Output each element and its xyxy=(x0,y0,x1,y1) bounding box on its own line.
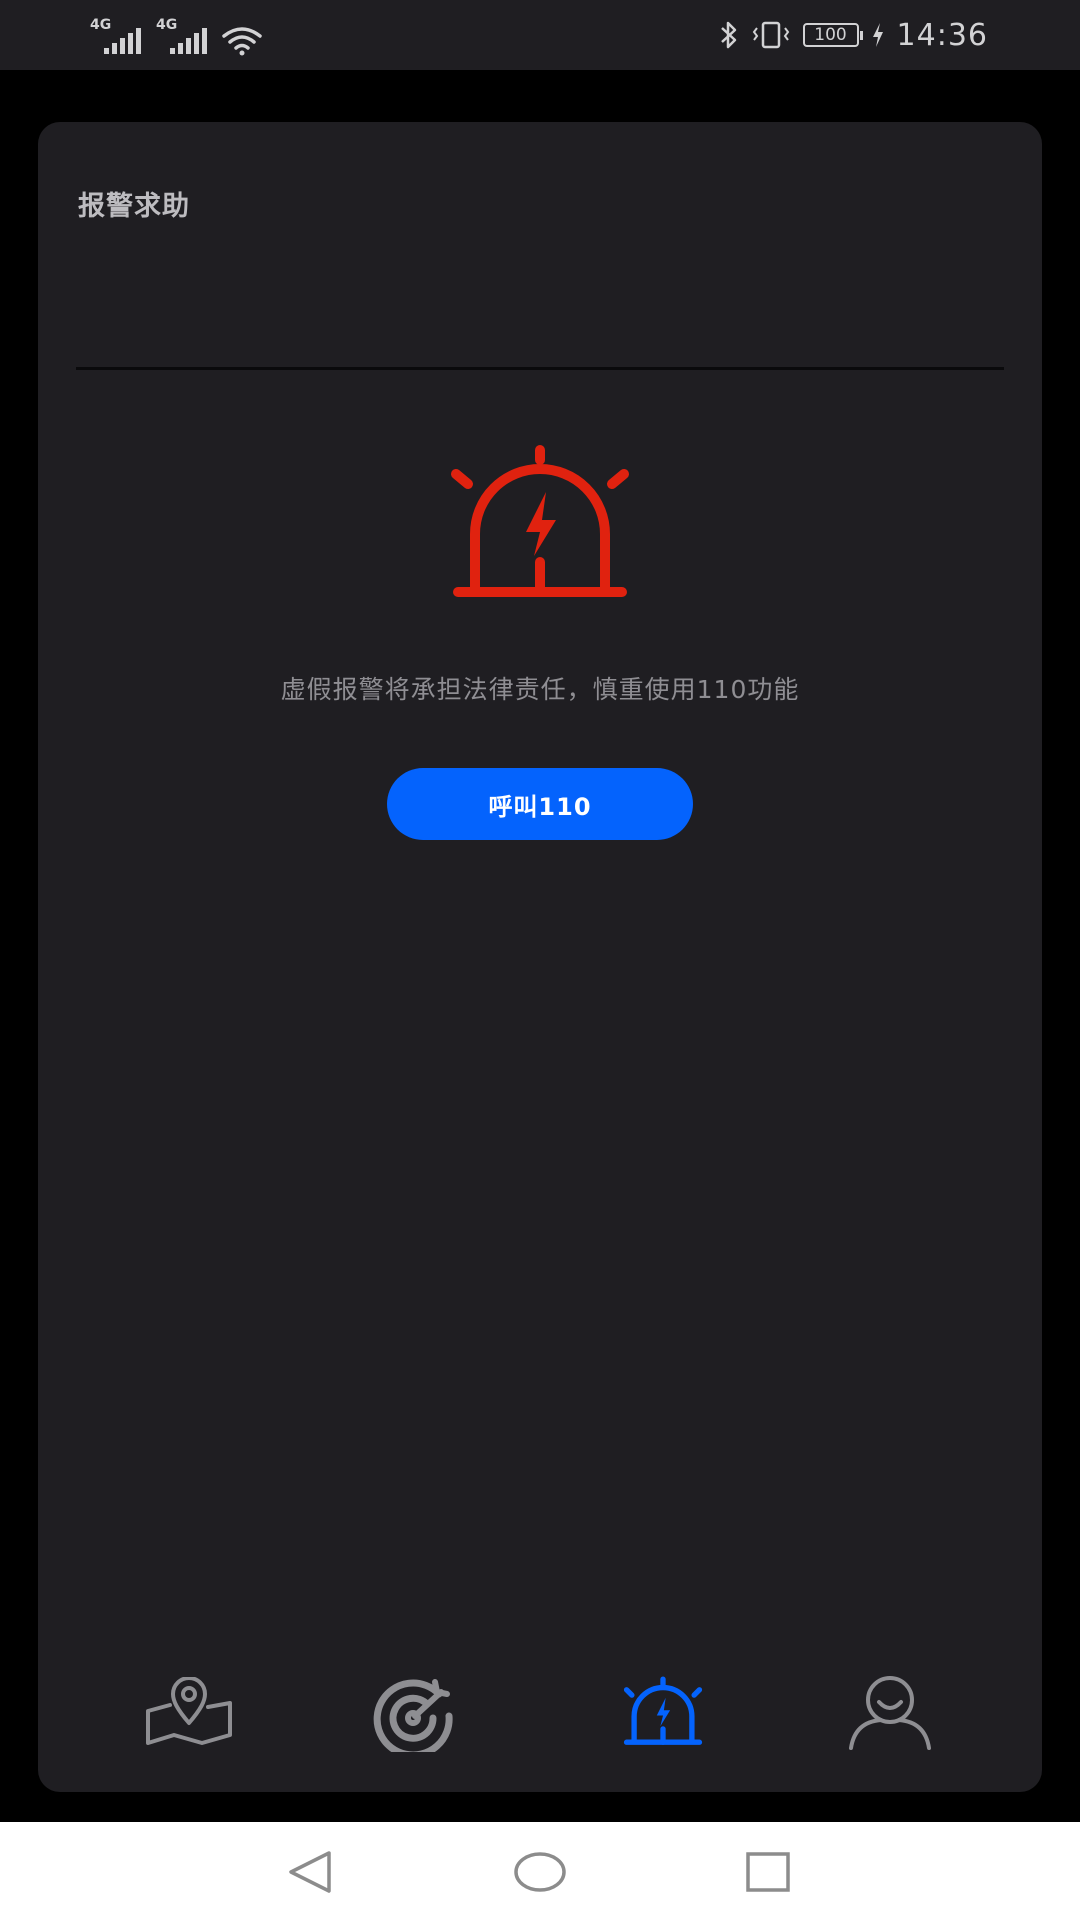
nav-item-alarm[interactable] xyxy=(603,1652,723,1772)
charging-icon xyxy=(872,23,883,47)
battery-icon: 100 xyxy=(802,23,863,47)
map-pin-icon xyxy=(146,1677,232,1745)
nav-item-profile[interactable] xyxy=(830,1652,950,1772)
target-icon xyxy=(373,1679,453,1752)
bottom-nav xyxy=(38,1652,1042,1772)
signal-2: 4G xyxy=(156,16,212,56)
status-left: 4G 4G xyxy=(90,14,262,56)
signal-icon xyxy=(104,28,141,54)
nav-item-map[interactable] xyxy=(129,1652,249,1772)
system-nav-bar xyxy=(0,1822,1080,1920)
call-110-button[interactable]: 呼叫110 xyxy=(387,768,693,840)
clock: 14:36 xyxy=(896,17,988,53)
user-icon xyxy=(849,1676,931,1750)
signal-icon xyxy=(170,28,207,54)
wifi-icon xyxy=(222,27,262,56)
bluetooth-icon xyxy=(720,21,736,49)
system-back-button[interactable] xyxy=(280,1842,340,1902)
system-home-button[interactable] xyxy=(510,1842,570,1902)
main-card: 报警求助 虚假报警将承担法律责任，慎重使用110功能 呼叫110 xyxy=(38,122,1042,1792)
home-icon xyxy=(514,1852,566,1892)
back-icon xyxy=(289,1851,331,1893)
system-recents-button[interactable] xyxy=(738,1842,798,1902)
warning-text: 虚假报警将承担法律责任，慎重使用110功能 xyxy=(280,675,800,704)
page-title: 报警求助 xyxy=(78,191,190,222)
alarm-siren-icon xyxy=(451,445,629,597)
status-right: 100 14:36 xyxy=(719,14,988,56)
recents-icon xyxy=(746,1852,790,1892)
signal-1: 4G xyxy=(90,16,146,56)
divider xyxy=(76,367,1004,370)
alarm-siren-icon xyxy=(623,1676,703,1745)
status-bar: 4G 4G 100 14:36 xyxy=(0,0,1080,70)
nav-item-target[interactable] xyxy=(354,1652,474,1772)
vibrate-icon xyxy=(752,21,789,49)
